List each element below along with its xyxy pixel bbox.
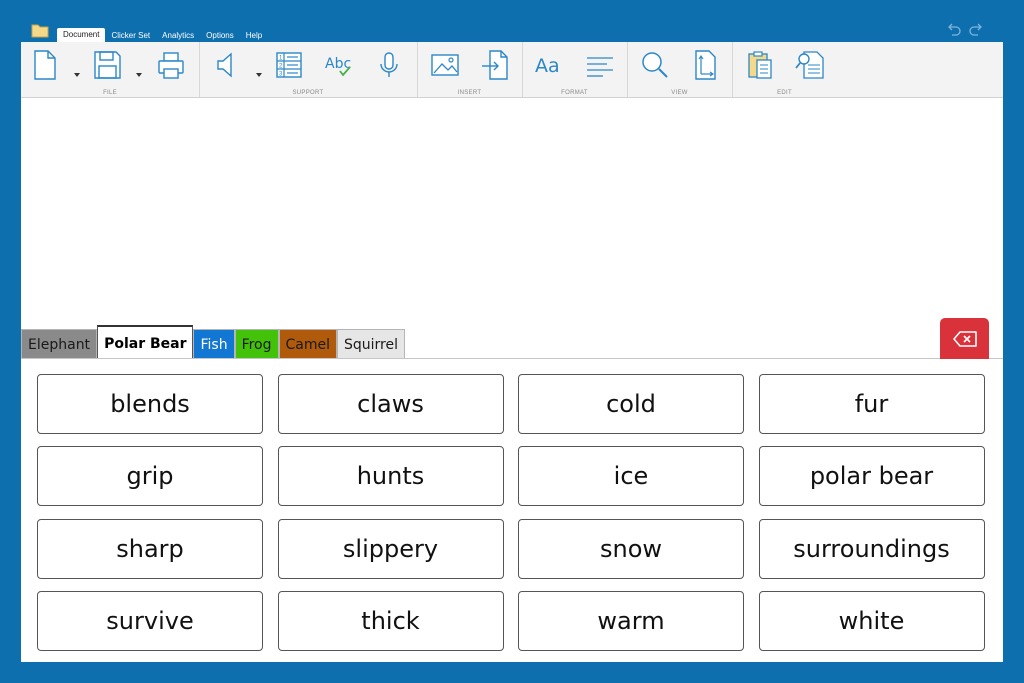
new-document-icon	[34, 50, 56, 80]
word-cell[interactable]: blends	[37, 374, 263, 434]
menu-tab-analytics[interactable]: Analytics	[156, 30, 200, 42]
paste-button[interactable]	[744, 48, 776, 82]
menu-tab-help[interactable]: Help	[240, 30, 268, 42]
ribbon-group-support: 1 2 3 Abc SUPPORT	[199, 42, 418, 97]
group-label-insert: INSERT	[457, 90, 482, 96]
word-cell[interactable]: ice	[518, 446, 744, 507]
chevron-down-icon	[74, 73, 80, 77]
menu-tabs: Document Clicker Set Analytics Options H…	[57, 28, 268, 42]
word-cell[interactable]: cold	[518, 374, 744, 434]
set-tab-frog[interactable]: Frog	[234, 329, 279, 359]
page-size-button[interactable]	[689, 48, 721, 82]
print-icon	[158, 52, 184, 79]
delete-button[interactable]	[940, 318, 989, 359]
group-label-format: FORMAT	[561, 90, 588, 96]
word-cell[interactable]: grip	[37, 446, 263, 507]
word-cell[interactable]: claws	[277, 374, 504, 434]
save-button[interactable]	[91, 48, 123, 82]
set-tab-camel[interactable]: Camel	[278, 329, 338, 359]
numbered-list-icon: 1 2 3	[276, 52, 302, 78]
page-size-icon	[695, 50, 716, 80]
menu-tab-options[interactable]: Options	[200, 30, 240, 42]
paragraph-icon	[587, 57, 613, 77]
set-tab-fish[interactable]: Fish	[193, 329, 235, 359]
ribbon-group-edit: EDIT	[732, 42, 837, 97]
chevron-down-icon	[256, 73, 262, 77]
font-button[interactable]: Aa	[534, 48, 566, 82]
insert-file-button[interactable]	[479, 48, 511, 82]
word-cell[interactable]: fur	[758, 374, 985, 434]
microphone-icon	[380, 52, 398, 77]
word-list-button[interactable]: 1 2 3	[273, 48, 305, 82]
undo-redo	[946, 22, 984, 38]
group-label-support: SUPPORT	[292, 90, 324, 96]
zoom-button[interactable]	[639, 48, 671, 82]
word-cell[interactable]: hunts	[277, 446, 504, 507]
backspace-icon	[952, 330, 977, 347]
tab-divider	[21, 358, 1003, 359]
print-button[interactable]	[155, 48, 187, 82]
find-button[interactable]	[794, 48, 826, 82]
find-document-icon	[795, 51, 824, 79]
group-label-edit: EDIT	[777, 90, 792, 96]
chevron-down-icon	[136, 73, 142, 77]
group-label-file: FILE	[103, 90, 117, 96]
document-editor[interactable]	[21, 98, 1003, 325]
word-cell[interactable]: sharp	[37, 518, 263, 579]
word-cell[interactable]: survive	[37, 590, 263, 651]
word-cell[interactable]: thick	[277, 590, 504, 651]
insert-file-icon	[482, 50, 508, 80]
speaker-icon	[217, 52, 232, 78]
image-icon	[431, 54, 459, 76]
save-dropdown[interactable]	[135, 64, 143, 77]
svg-text:Aa: Aa	[535, 55, 560, 77]
ribbon: FILE 1 2 3 Abc SUPPORT INSERT Aa FORMAT …	[21, 42, 1003, 98]
set-tab-elephant[interactable]: Elephant	[21, 329, 98, 359]
ribbon-group-insert: INSERT	[417, 42, 523, 97]
speech-button[interactable]	[211, 48, 243, 82]
new-document-button[interactable]	[29, 48, 61, 82]
clicker-set-tabs: Elephant Polar Bear Fish Frog Camel Squirrel	[21, 325, 406, 359]
speech-dropdown[interactable]	[255, 64, 263, 77]
spell-check-button[interactable]: Abc	[323, 48, 355, 82]
ribbon-group-format: Aa FORMAT	[522, 42, 628, 97]
word-cell[interactable]: surroundings	[758, 518, 985, 579]
new-document-dropdown[interactable]	[73, 64, 81, 77]
folder-icon[interactable]	[31, 22, 49, 38]
clipboard-icon	[748, 51, 772, 79]
app-window: FILE 1 2 3 Abc SUPPORT INSERT Aa FORMAT …	[21, 42, 1003, 662]
word-cell[interactable]: warm	[518, 590, 744, 651]
word-cell[interactable]: white	[758, 590, 985, 651]
microphone-button[interactable]	[373, 48, 405, 82]
paragraph-button[interactable]	[584, 48, 616, 82]
set-tab-polar-bear[interactable]: Polar Bear	[97, 325, 194, 359]
word-cell[interactable]: slippery	[277, 518, 504, 579]
menu-tab-document[interactable]: Document	[57, 28, 106, 42]
set-tab-squirrel[interactable]: Squirrel	[337, 329, 406, 359]
redo-icon[interactable]	[968, 22, 984, 38]
spell-check-icon: Abc	[325, 56, 351, 77]
group-label-view: VIEW	[671, 90, 688, 96]
font-icon: Aa	[535, 55, 560, 77]
word-cell[interactable]: snow	[518, 518, 744, 579]
ribbon-group-file: FILE	[21, 42, 200, 97]
menu-tab-clicker-set[interactable]: Clicker Set	[105, 30, 156, 42]
insert-image-button[interactable]	[429, 48, 461, 82]
save-icon	[94, 51, 121, 79]
undo-icon[interactable]	[946, 22, 962, 38]
ribbon-group-view: VIEW	[627, 42, 733, 97]
word-cell[interactable]: polar bear	[758, 446, 985, 507]
magnifier-icon	[642, 52, 668, 78]
